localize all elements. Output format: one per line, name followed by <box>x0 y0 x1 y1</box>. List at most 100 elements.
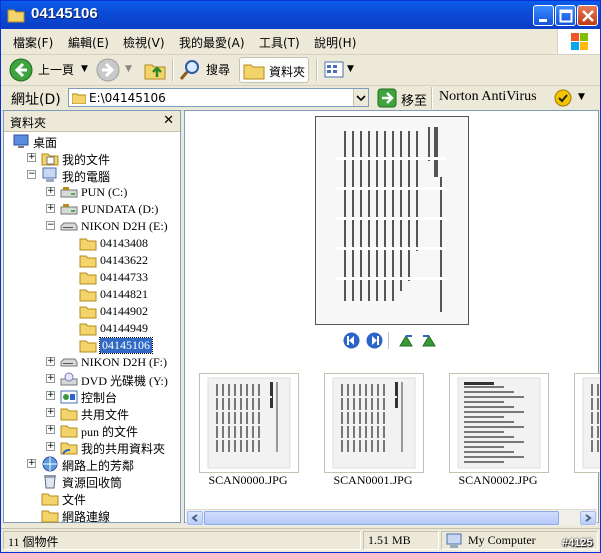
menu-view[interactable]: 檢視(V) <box>123 34 165 51</box>
menu-edit[interactable]: 編輯(E) <box>68 34 109 51</box>
address-label: 網址(D) <box>11 92 61 108</box>
tree-item[interactable]: 資源回收筒 <box>4 473 178 490</box>
tree-item[interactable]: + NIKON D2H (F:) <box>4 354 178 371</box>
tree-item[interactable]: 網路連線 <box>4 507 178 524</box>
file-thumbnail[interactable] <box>199 373 299 473</box>
tree-item-label: DVD 光碟機 (Y:) <box>81 374 168 388</box>
tree-item[interactable]: − NIKON D2H (E:) <box>4 218 178 235</box>
file-thumbnail[interactable] <box>324 373 424 473</box>
file-thumbnail[interactable] <box>449 373 549 473</box>
tree-item[interactable]: + 控制台 <box>4 388 178 405</box>
horizontal-scrollbar[interactable] <box>186 509 597 526</box>
scroll-thumb[interactable] <box>204 511 559 525</box>
back-button[interactable]: 上一頁 <box>38 61 74 78</box>
views-icon[interactable] <box>323 58 347 82</box>
tree-item[interactable]: + PUN (C:) <box>4 184 178 201</box>
file-name-label[interactable]: SCAN0001.JPG <box>318 473 428 488</box>
folder-icon <box>60 408 78 421</box>
folder-icon <box>41 493 59 506</box>
tree-item[interactable]: + 我的文件 <box>4 150 178 167</box>
scan-thumbnail-image <box>582 377 600 469</box>
tree-item[interactable]: + 共用文件 <box>4 405 178 422</box>
image-preview[interactable] <box>315 116 469 325</box>
maximize-button[interactable] <box>555 5 576 26</box>
tree-item-label: 共用文件 <box>81 408 130 422</box>
expand-icon[interactable]: + <box>46 442 55 451</box>
tree-item-label: 網路連線 <box>62 510 111 524</box>
file-thumbnail[interactable] <box>574 373 600 473</box>
expand-icon[interactable]: + <box>27 459 36 468</box>
tree-item[interactable]: 04145106 <box>4 337 178 354</box>
address-dropdown[interactable] <box>353 89 368 106</box>
windows-logo <box>557 29 600 54</box>
tree-item[interactable]: + 我的共用資料夾 <box>4 439 178 456</box>
norton-dropdown-icon[interactable]: ▼ <box>578 92 585 102</box>
tree-item[interactable]: 04143622 <box>4 252 178 269</box>
expand-icon[interactable]: + <box>46 391 55 400</box>
search-icon[interactable] <box>178 58 202 82</box>
my-computer-icon <box>446 533 462 548</box>
tree-item[interactable]: − 我的電腦 <box>4 167 178 184</box>
status-size-cell: 1.51 MB <box>363 531 439 550</box>
minimize-button[interactable] <box>533 5 554 26</box>
close-pane-icon[interactable]: ✕ <box>163 113 174 128</box>
back-arrow-icon[interactable] <box>9 58 33 82</box>
tree-item[interactable]: 桌面 <box>4 133 178 150</box>
tree-item-label: 04144902 <box>100 304 148 318</box>
scroll-right-button[interactable] <box>580 511 596 525</box>
go-arrow-icon[interactable] <box>377 88 397 108</box>
next-image-icon[interactable] <box>366 332 383 349</box>
scroll-left-button[interactable] <box>187 511 203 525</box>
filmstrip-view: SCAN0000.JPG SCAN0001.JPG SCAN0002.JPG SC <box>184 110 600 526</box>
forward-arrow-icon[interactable] <box>96 58 120 82</box>
expand-icon[interactable]: + <box>27 153 36 162</box>
file-name-label[interactable]: SCAN0002.JPG <box>443 473 553 488</box>
previous-image-icon[interactable] <box>343 332 360 349</box>
expand-icon[interactable]: + <box>46 357 55 366</box>
tree-item[interactable]: + DVD 光碟機 (Y:) <box>4 371 178 388</box>
menu-favorites[interactable]: 我的最愛(A) <box>179 34 245 51</box>
tree-item-label: 我的文件 <box>62 153 111 167</box>
recycle-bin-icon <box>44 475 56 489</box>
expand-icon[interactable]: + <box>46 425 55 434</box>
file-name-label[interactable]: SC <box>568 473 600 488</box>
up-folder-icon[interactable] <box>143 58 167 82</box>
norton-shield-icon[interactable] <box>554 89 572 107</box>
tree-item-label: pun 的文件 <box>81 425 139 439</box>
tree-item[interactable]: + pun 的文件 <box>4 422 178 439</box>
address-input[interactable]: E:\04145106 <box>68 88 369 107</box>
views-dropdown-icon[interactable]: ▼ <box>347 64 354 74</box>
folder-icon <box>79 306 97 319</box>
file-name-label[interactable]: SCAN0000.JPG <box>193 473 303 488</box>
rotate-clockwise-icon[interactable] <box>398 332 415 349</box>
expand-icon[interactable]: + <box>46 187 55 196</box>
tree-item[interactable]: 04144949 <box>4 320 178 337</box>
tree-item[interactable]: 04144902 <box>4 303 178 320</box>
tree-item[interactable]: 04143408 <box>4 235 178 252</box>
tree-item[interactable]: 04144821 <box>4 286 178 303</box>
close-button[interactable] <box>577 5 598 26</box>
expand-icon[interactable]: + <box>46 408 55 417</box>
forward-dropdown-icon[interactable]: ▼ <box>125 64 132 74</box>
tree-item[interactable]: 04144733 <box>4 269 178 286</box>
tree-item[interactable]: 文件 <box>4 490 178 507</box>
folders-button[interactable]: 資料夾 <box>239 57 309 83</box>
go-button[interactable]: 移至 <box>401 90 427 109</box>
back-dropdown-icon[interactable]: ▼ <box>81 64 88 74</box>
menu-file[interactable]: 檔案(F) <box>13 34 53 51</box>
expand-icon[interactable]: + <box>46 374 55 383</box>
tree-item[interactable]: + 網路上的芳鄰 <box>4 456 178 473</box>
menu-tools[interactable]: 工具(T) <box>259 34 300 51</box>
collapse-icon[interactable]: − <box>27 170 36 179</box>
expand-icon[interactable]: + <box>46 204 55 213</box>
search-button[interactable]: 搜尋 <box>206 61 230 78</box>
tree-item[interactable]: + PUNDATA (D:) <box>4 201 178 218</box>
rotate-counterclockwise-icon[interactable] <box>421 332 438 349</box>
tree-item-label: 04145106 <box>99 337 153 354</box>
collapse-icon[interactable]: − <box>46 221 55 230</box>
status-object-count: 11 個物件 <box>8 535 59 549</box>
tree-item-label: 控制台 <box>81 391 118 405</box>
title-bar[interactable]: 04145106 <box>1 1 600 29</box>
norton-antivirus-button[interactable]: Norton AntiVirus <box>439 89 537 105</box>
menu-help[interactable]: 說明(H) <box>314 34 356 51</box>
